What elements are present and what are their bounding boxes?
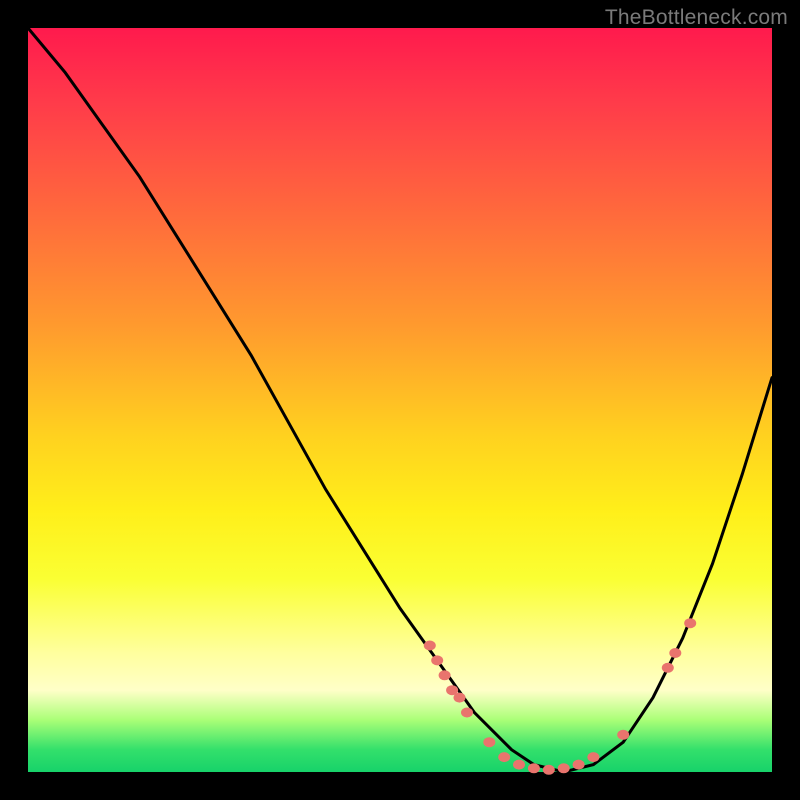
marker-point [662,663,674,673]
marker-point [669,648,681,658]
watermark-text: TheBottleneck.com [605,6,788,30]
marker-point [424,641,436,651]
marker-point [617,730,629,740]
chart-frame: TheBottleneck.com [0,0,800,800]
marker-group [424,618,696,775]
marker-point [498,752,510,762]
marker-point [439,670,451,680]
curve-layer [28,28,772,772]
marker-point [587,752,599,762]
marker-point [454,693,466,703]
marker-point [543,765,555,775]
marker-point [528,763,540,773]
marker-point [431,655,443,665]
marker-point [684,618,696,628]
marker-point [558,763,570,773]
marker-point [573,760,585,770]
marker-point [461,708,473,718]
plot-area [28,28,772,772]
marker-point [483,737,495,747]
marker-point [513,760,525,770]
bottleneck-curve [28,28,772,772]
